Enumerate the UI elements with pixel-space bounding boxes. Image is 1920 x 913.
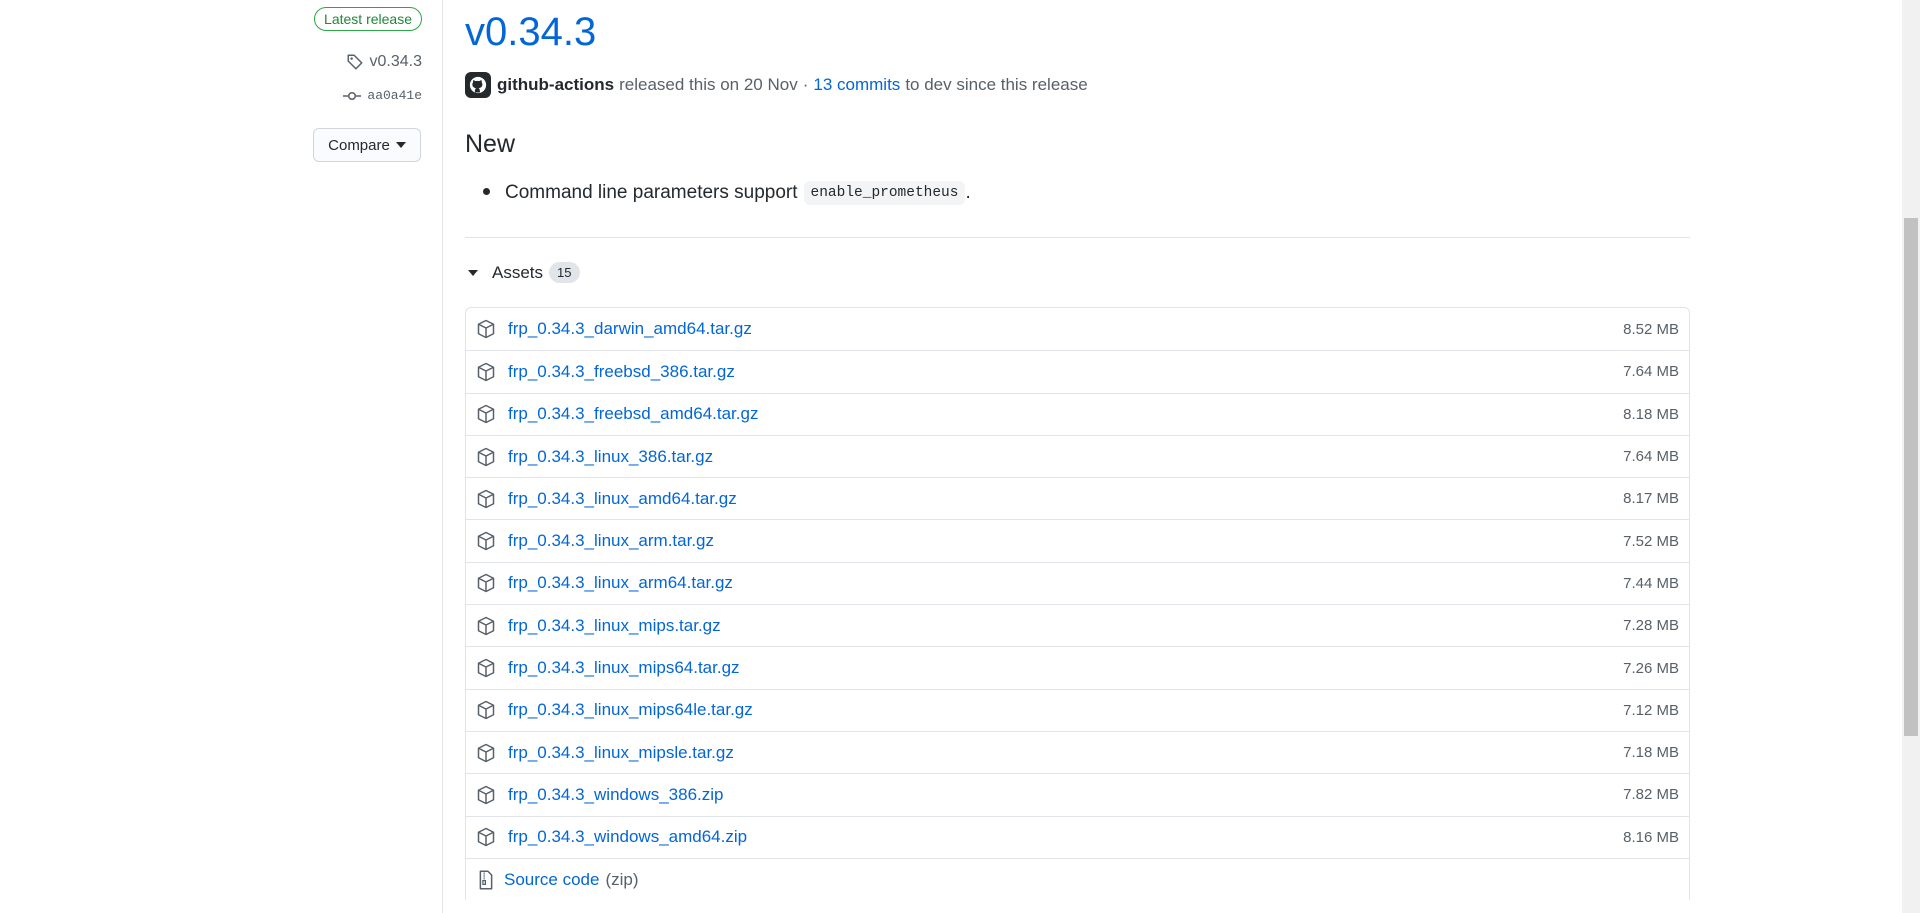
package-icon	[477, 785, 495, 805]
asset-row: frp_0.34.3_windows_amd64.zip 8.16 MB	[466, 815, 1689, 858]
asset-size: 7.44 MB	[1623, 574, 1679, 592]
release-note-item: Command line parameters support enable_p…	[483, 181, 971, 205]
package-icon	[477, 404, 495, 424]
asset-download-link[interactable]: frp_0.34.3_linux_386.tar.gz	[508, 447, 713, 467]
bullet-icon	[483, 188, 490, 195]
package-icon	[477, 658, 495, 678]
asset-size: 7.64 MB	[1623, 448, 1679, 466]
asset-row: frp_0.34.3_linux_arm64.tar.gz 7.44 MB	[466, 561, 1689, 604]
commit-sha: aa0a41e	[367, 88, 422, 103]
package-icon	[477, 319, 495, 339]
asset-row: frp_0.34.3_linux_arm.tar.gz 7.52 MB	[466, 519, 1689, 561]
asset-download-link[interactable]: frp_0.34.3_linux_mipsle.tar.gz	[508, 743, 734, 763]
asset-download-link[interactable]: frp_0.34.3_linux_arm64.tar.gz	[508, 573, 733, 593]
release-tag-link[interactable]: v0.34.3	[346, 53, 422, 71]
released-text: released this on 20 Nov	[619, 75, 798, 94]
source-code-format: (zip)	[605, 869, 639, 889]
assets-label: Assets	[492, 262, 544, 282]
asset-download-link[interactable]: frp_0.34.3_linux_mips64le.tar.gz	[508, 700, 753, 720]
asset-download-link[interactable]: frp_0.34.3_darwin_amd64.tar.gz	[508, 319, 752, 339]
source-code-row: Source code (zip)	[466, 857, 1689, 900]
asset-row: frp_0.34.3_linux_mipsle.tar.gz 7.18 MB	[466, 730, 1689, 773]
release-sidebar: Latest release v0.34.3 aa0a41e Compare	[0, 0, 443, 913]
tag-label: v0.34.3	[369, 53, 422, 70]
package-icon	[477, 743, 495, 762]
file-zip-icon	[479, 870, 493, 889]
release-title[interactable]: v0.34.3	[465, 10, 596, 55]
author-link[interactable]: github-actions	[497, 75, 614, 95]
separator-dot: ·	[802, 75, 809, 94]
asset-download-link[interactable]: frp_0.34.3_freebsd_amd64.tar.gz	[508, 404, 758, 424]
tag-icon	[347, 54, 362, 70]
asset-row: frp_0.34.3_linux_mips64.tar.gz 7.26 MB	[466, 646, 1689, 688]
asset-row: frp_0.34.3_darwin_amd64.tar.gz 8.52 MB	[466, 308, 1689, 350]
asset-row: frp_0.34.3_linux_386.tar.gz 7.64 MB	[466, 434, 1689, 477]
scrollbar-thumb[interactable]	[1904, 218, 1918, 736]
package-icon	[477, 827, 495, 847]
package-icon	[477, 489, 495, 509]
asset-row: frp_0.34.3_linux_mips64le.tar.gz 7.12 MB	[466, 688, 1689, 731]
assets-toggle[interactable]: Assets 15	[465, 262, 580, 283]
asset-size: 7.18 MB	[1623, 744, 1679, 762]
asset-row: frp_0.34.3_linux_amd64.tar.gz 8.17 MB	[466, 477, 1689, 519]
latest-release-badge: Latest release	[314, 7, 422, 31]
since-text: to dev since this release	[905, 75, 1088, 94]
asset-size: 7.64 MB	[1623, 363, 1679, 381]
asset-size: 8.18 MB	[1623, 405, 1679, 423]
asset-row: frp_0.34.3_linux_mips.tar.gz 7.28 MB	[466, 604, 1689, 646]
github-mark-icon	[469, 76, 487, 94]
asset-download-link[interactable]: frp_0.34.3_linux_arm.tar.gz	[508, 531, 714, 551]
chevron-down-icon	[395, 142, 406, 148]
asset-download-link[interactable]: frp_0.34.3_linux_mips.tar.gz	[508, 616, 721, 636]
asset-row: frp_0.34.3_freebsd_386.tar.gz 7.64 MB	[466, 350, 1689, 392]
package-icon	[477, 574, 495, 593]
asset-size: 8.17 MB	[1623, 490, 1679, 508]
package-icon	[477, 447, 495, 466]
note-end: .	[965, 182, 971, 203]
note-code: enable_prometheus	[803, 181, 966, 205]
asset-size: 7.52 MB	[1623, 532, 1679, 550]
asset-size: 8.16 MB	[1623, 828, 1679, 846]
compare-label: Compare	[328, 136, 390, 154]
triangle-down-icon	[468, 269, 478, 276]
asset-download-link[interactable]: frp_0.34.3_linux_mips64.tar.gz	[508, 658, 740, 678]
github-avatar-icon[interactable]	[465, 72, 491, 98]
asset-download-link[interactable]: frp_0.34.3_linux_amd64.tar.gz	[508, 489, 737, 509]
asset-row: frp_0.34.3_freebsd_amd64.tar.gz 8.18 MB	[466, 392, 1689, 435]
asset-size: 7.26 MB	[1623, 659, 1679, 677]
asset-size: 8.52 MB	[1623, 320, 1679, 338]
assets-list: frp_0.34.3_darwin_amd64.tar.gz 8.52 MB frp…	[465, 307, 1690, 901]
note-text: Command line parameters support	[505, 182, 798, 203]
asset-size: 7.82 MB	[1623, 786, 1679, 804]
commits-link[interactable]: 13 commits	[813, 75, 900, 95]
source-code-zip-link[interactable]: Source code	[504, 870, 599, 890]
release-author-row: github-actions released this on 20 Nov ·…	[465, 72, 1088, 98]
release-commit-link[interactable]: aa0a41e	[343, 88, 422, 103]
asset-download-link[interactable]: frp_0.34.3_freebsd_386.tar.gz	[508, 362, 735, 382]
asset-download-link[interactable]: frp_0.34.3_windows_amd64.zip	[508, 827, 747, 847]
release-notes-heading: New	[465, 130, 516, 158]
asset-size: 7.28 MB	[1623, 617, 1679, 635]
package-icon	[477, 701, 495, 720]
divider	[465, 237, 1690, 238]
asset-row: frp_0.34.3_windows_386.zip 7.82 MB	[466, 773, 1689, 815]
package-icon	[477, 362, 495, 382]
asset-size: 7.12 MB	[1623, 701, 1679, 719]
asset-download-link[interactable]: frp_0.34.3_windows_386.zip	[508, 785, 723, 805]
package-icon	[477, 616, 495, 635]
vertical-scrollbar[interactable]	[1902, 0, 1920, 913]
git-commit-icon	[343, 91, 362, 100]
package-icon	[477, 531, 495, 551]
assets-count-badge: 15	[549, 262, 580, 283]
compare-button[interactable]: Compare	[313, 128, 421, 162]
